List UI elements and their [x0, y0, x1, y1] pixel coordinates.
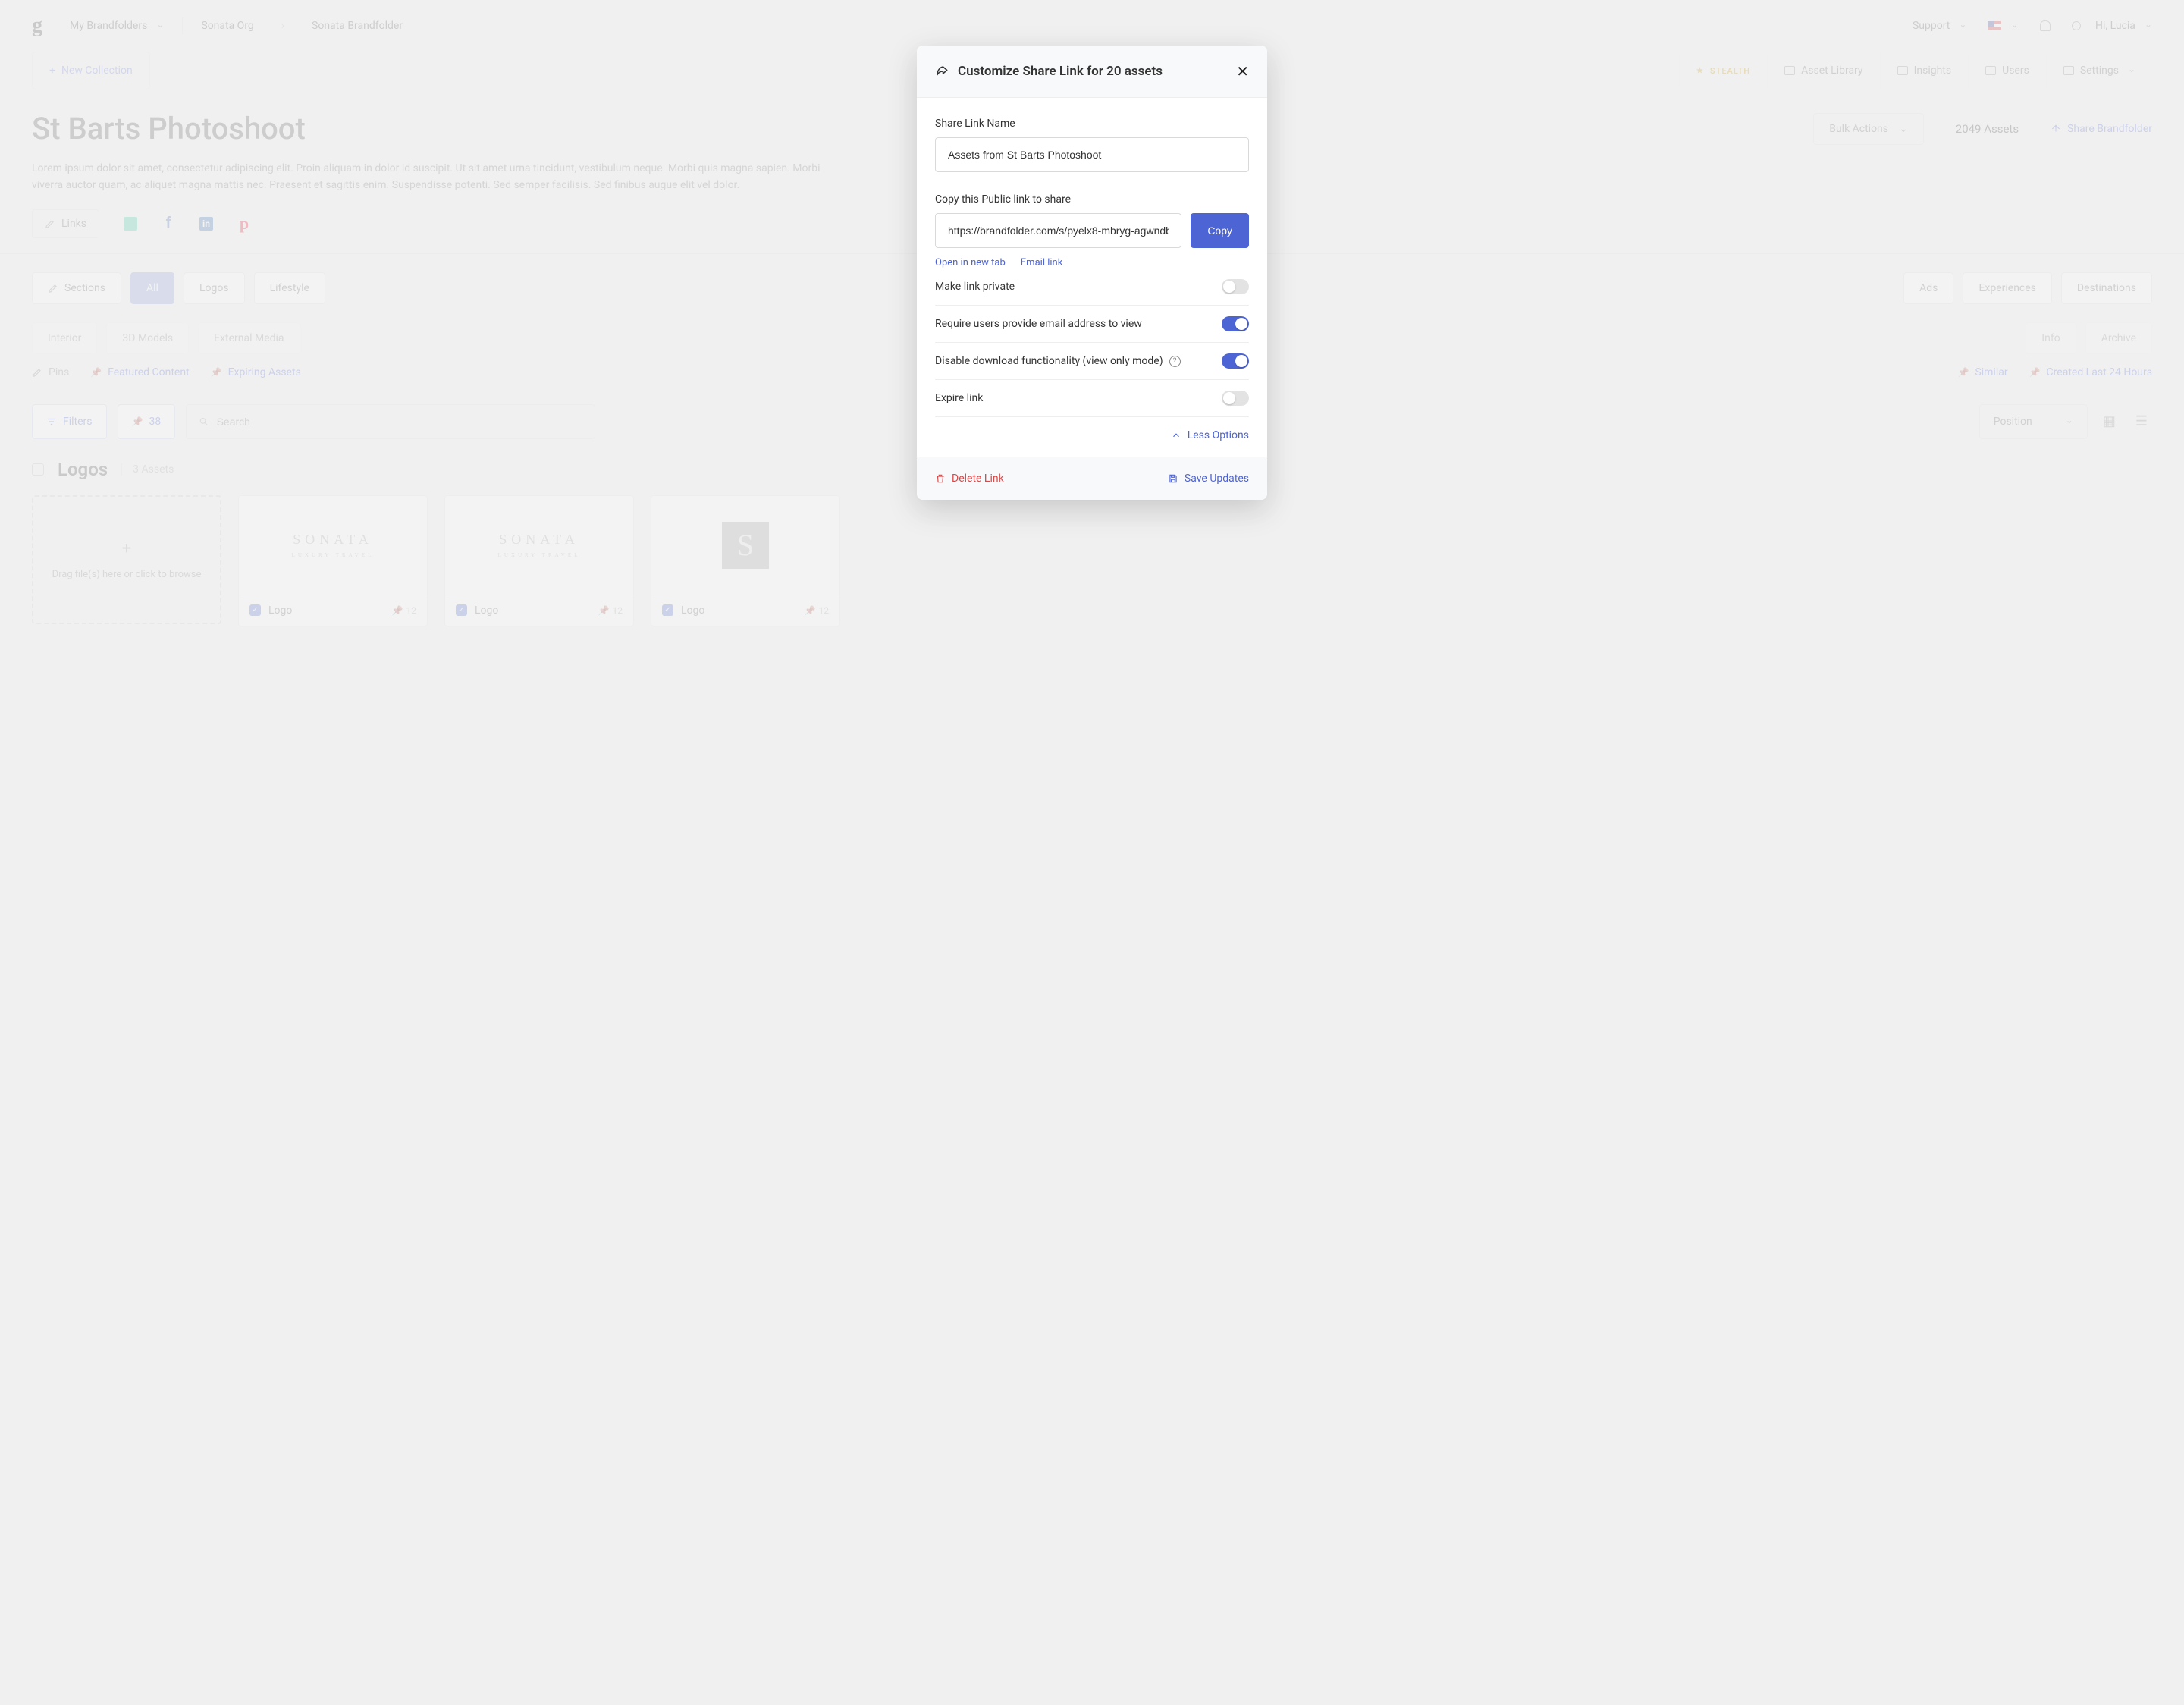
share-name-input[interactable]: [935, 137, 1249, 172]
toggle-label: Make link private: [935, 281, 1015, 293]
modal-title: Customize Share Link for 20 assets: [958, 64, 1163, 79]
save-updates-label: Save Updates: [1185, 473, 1249, 485]
share-name-label: Share Link Name: [935, 118, 1249, 130]
close-icon[interactable]: ✕: [1236, 62, 1249, 80]
toggle-expire[interactable]: [1222, 391, 1249, 406]
copy-button[interactable]: Copy: [1191, 213, 1249, 248]
modal-overlay: Customize Share Link for 20 assets ✕ Sha…: [0, 0, 2184, 1705]
toggle-label: Require users provide email address to v…: [935, 318, 1142, 330]
toggle-disable-download-row: Disable download functionality (view onl…: [935, 343, 1249, 380]
email-link[interactable]: Email link: [1021, 257, 1063, 268]
open-new-tab-link[interactable]: Open in new tab: [935, 257, 1006, 268]
trash-icon: [935, 473, 946, 484]
share-arrow-icon: [935, 64, 949, 78]
toggle-label: Disable download functionality (view onl…: [935, 355, 1163, 367]
modal-body: Share Link Name Copy this Public link to…: [917, 98, 1267, 457]
modal-header: Customize Share Link for 20 assets ✕: [917, 46, 1267, 98]
help-icon[interactable]: ?: [1169, 356, 1181, 367]
toggle-expire-row: Expire link: [935, 380, 1249, 417]
toggle-require-email-row: Require users provide email address to v…: [935, 306, 1249, 343]
share-link-modal: Customize Share Link for 20 assets ✕ Sha…: [917, 46, 1267, 500]
share-link-input[interactable]: [935, 213, 1181, 248]
modal-footer: Delete Link Save Updates: [917, 457, 1267, 500]
delete-link-button[interactable]: Delete Link: [935, 473, 1004, 485]
toggle-disable-download[interactable]: [1222, 353, 1249, 369]
save-updates-button[interactable]: Save Updates: [1168, 473, 1249, 485]
toggle-private-row: Make link private: [935, 268, 1249, 306]
less-options-label: Less Options: [1188, 429, 1249, 441]
copy-link-label: Copy this Public link to share: [935, 193, 1249, 206]
toggle-label: Expire link: [935, 392, 983, 404]
toggle-require-email[interactable]: [1222, 316, 1249, 331]
less-options-toggle[interactable]: Less Options: [935, 417, 1249, 441]
sublinks: Open in new tab Email link: [935, 257, 1249, 268]
chevron-up-icon: [1171, 430, 1181, 441]
delete-link-label: Delete Link: [952, 473, 1004, 485]
toggle-private[interactable]: [1222, 279, 1249, 294]
save-icon: [1168, 473, 1178, 484]
